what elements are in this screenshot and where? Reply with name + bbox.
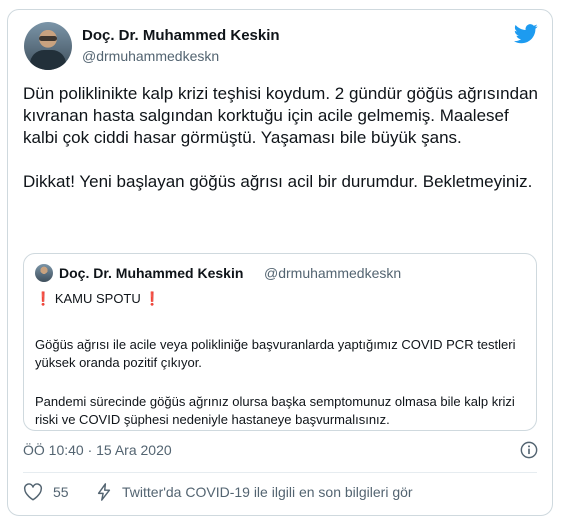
quote-spot-line: ❗ KAMU SPOTU ❗ [35,291,161,307]
covid-info-link[interactable]: Twitter'da COVID-19 ile ilgili en son bi… [122,484,413,500]
heart-icon[interactable] [23,483,43,501]
lightning-icon [97,483,111,501]
avatar-glasses [39,36,57,41]
exclamation-icon: ❗ [144,291,161,306]
quote-author-name: Doç. Dr. Muhammed Keskin [59,265,244,281]
info-icon[interactable] [520,441,538,459]
exclamation-icon: ❗ [35,291,52,306]
tweet-card: Doç. Dr. Muhammed Keskin @drmuhammedkesk… [7,9,553,516]
quoted-tweet[interactable]: Doç. Dr. Muhammed Keskin @drmuhammedkesk… [23,253,537,431]
tweet-timestamp[interactable]: ÖÖ 10:40 · 15 Ara 2020 [23,442,172,458]
tweet-text: Dün poliklinikte kalp krizi teşhisi koyd… [23,84,538,191]
quote-author-handle: @drmuhammedkeskn [264,265,402,281]
quote-avatar [35,264,53,282]
author-handle[interactable]: @drmuhammedkeskn [82,48,219,64]
quote-paragraph-2: Pandemi sürecinde göğüs ağrınız olursa b… [35,394,515,427]
quote-paragraph-1: Göğüs ağrısı ile acile veya polikliniğe … [35,337,516,370]
twitter-bird-icon[interactable] [514,23,538,45]
avatar-shirt [30,50,66,70]
avatar[interactable] [24,22,72,70]
author-name[interactable]: Doç. Dr. Muhammed Keskin [82,27,280,44]
like-count[interactable]: 55 [53,484,69,500]
quote-spot-label: KAMU SPOTU [54,291,141,306]
divider [23,472,537,473]
